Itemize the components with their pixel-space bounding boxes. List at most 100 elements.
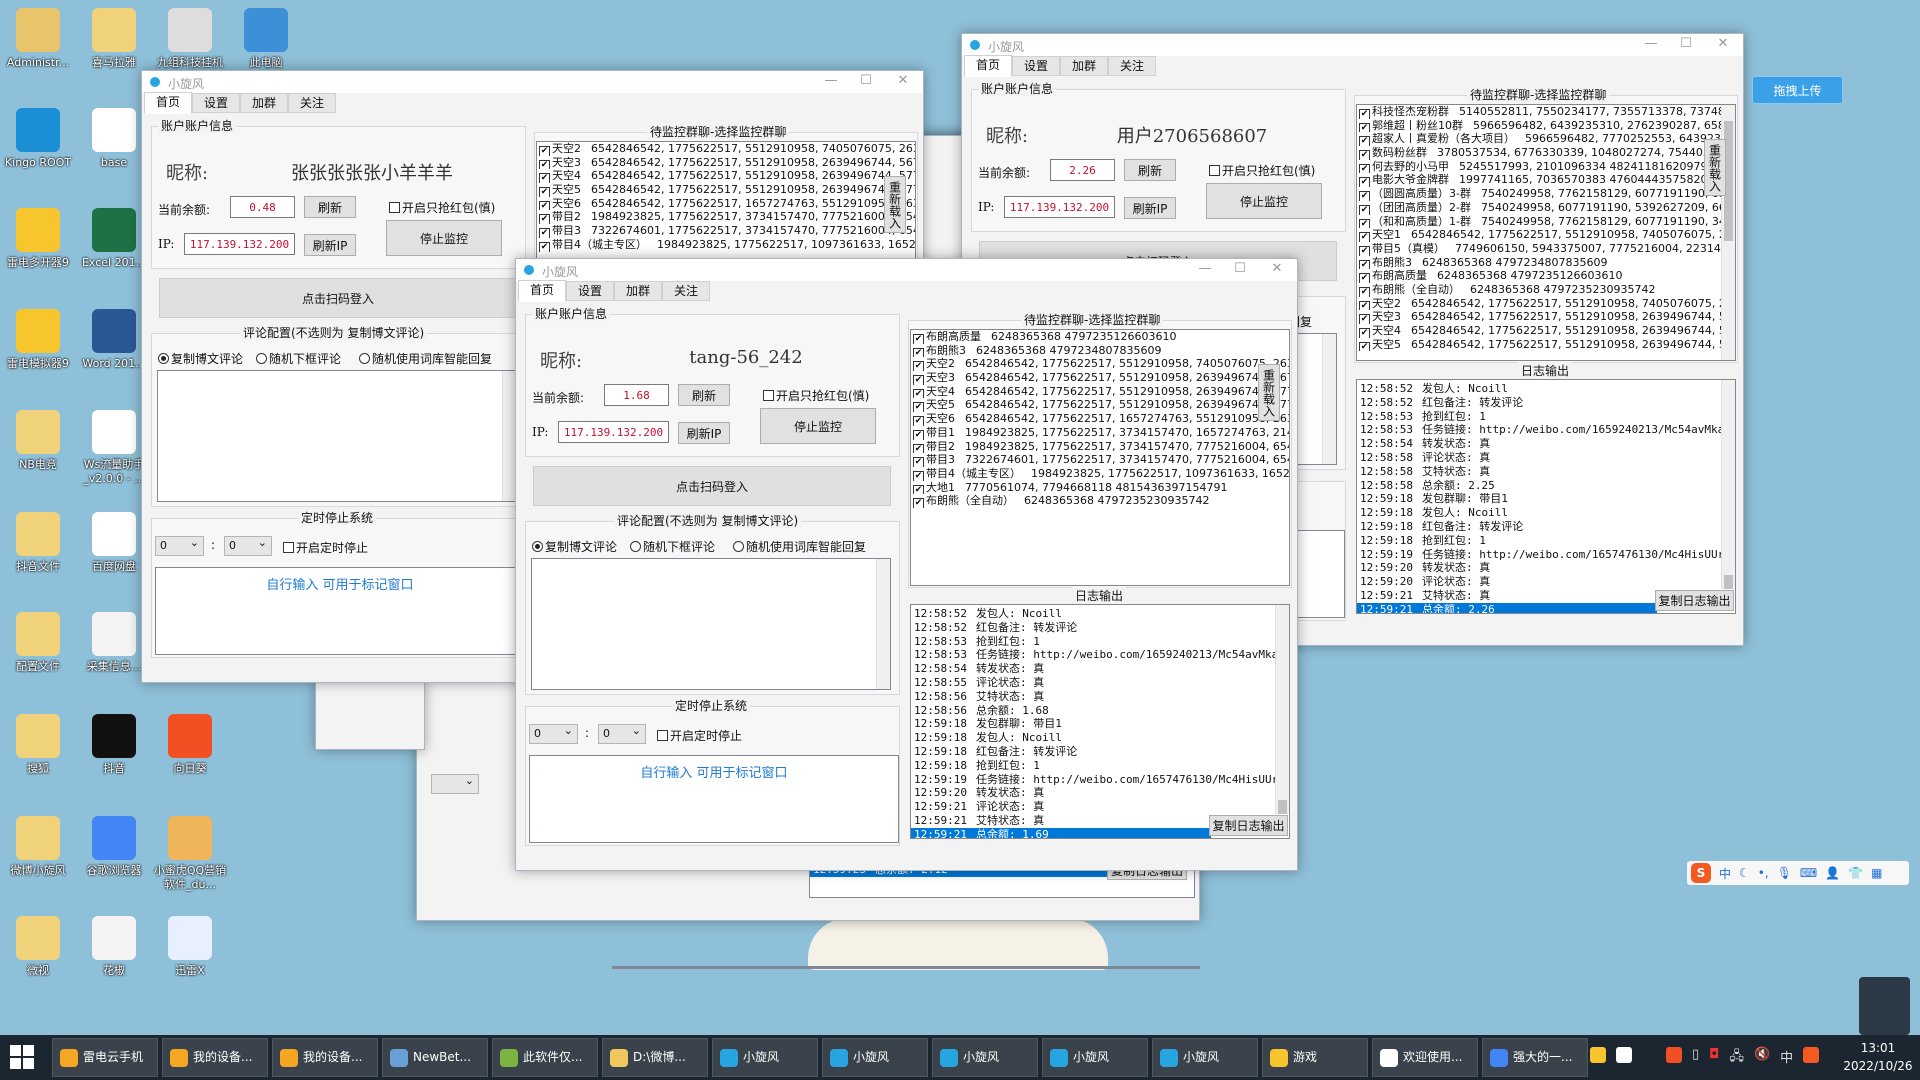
tab-follow[interactable]: 关注 bbox=[288, 93, 336, 113]
comment-mode-radio[interactable]: 随机使用词库智能回复 bbox=[359, 350, 492, 367]
minute-select[interactable]: 0 bbox=[224, 534, 272, 556]
minute-select[interactable]: 0 bbox=[598, 722, 646, 744]
group-checkbox[interactable]: ✔ bbox=[1359, 191, 1370, 201]
note-textarea[interactable]: 自行输入 可用于标记窗口 bbox=[155, 567, 525, 655]
log-row[interactable]: 12:58:58 总余额: 2.25 bbox=[1357, 479, 1735, 493]
desktop-icon[interactable]: Administr... bbox=[0, 8, 76, 70]
desktop-icon[interactable]: Kingo ROOT bbox=[0, 108, 76, 170]
desktop-icon[interactable]: 谷歌浏览器 bbox=[76, 816, 152, 878]
close-button[interactable]: ✕ bbox=[1265, 261, 1289, 276]
group-checkbox[interactable]: ✔ bbox=[913, 416, 924, 426]
group-item[interactable]: ✔ 天空3 6542846542, 1775622517, 5512910958, … bbox=[1357, 310, 1735, 324]
refresh-ip-button[interactable]: 刷新IP bbox=[678, 422, 730, 444]
group-checkbox[interactable]: ✔ bbox=[913, 402, 924, 413]
group-checkbox[interactable]: ✔ bbox=[913, 429, 924, 440]
group-item[interactable]: ✔ 布朗熊（全自动） 6248365368 4797235230935742 bbox=[911, 494, 1289, 508]
minimize-button[interactable]: — bbox=[1639, 36, 1663, 51]
log-row[interactable]: 12:59:18 红包备注: 转发评论 bbox=[911, 745, 1289, 759]
taskbar-item[interactable]: 小旋风 bbox=[932, 1038, 1038, 1077]
network-icon[interactable]: 🖧 bbox=[1729, 1047, 1744, 1069]
group-checkbox[interactable]: ✔ bbox=[539, 187, 550, 197]
group-item[interactable]: ✔ 何去野的小马甲 5245517993, 2101096334 482411816… bbox=[1357, 160, 1735, 174]
log-row[interactable]: 12:59:18 抢到红包: 1 bbox=[911, 759, 1289, 773]
minimize-button[interactable]: — bbox=[1193, 261, 1217, 276]
group-checkbox[interactable]: ✔ bbox=[1359, 259, 1370, 270]
start-button[interactable] bbox=[10, 1045, 34, 1069]
timer-stop-checkbox[interactable]: 开启定时停止 bbox=[283, 539, 368, 556]
group-item[interactable]: ✔ 电影大爷金牌群 1997741165, 7036570383 476044435… bbox=[1357, 173, 1735, 188]
group-item[interactable]: ✔ 天空6 6542846542, 1775622517, 1657274763, … bbox=[537, 197, 915, 211]
taskbar-item[interactable]: 欢迎使用... bbox=[1372, 1038, 1478, 1077]
group-checkbox[interactable]: ✔ bbox=[1359, 245, 1370, 256]
group-item[interactable]: ✔ （圆圆高质量）3-群 7540249958, 7762158129, 60771… bbox=[1357, 187, 1735, 201]
tab-add-group[interactable]: 加群 bbox=[1060, 56, 1108, 76]
only-redpacket-checkbox[interactable]: 开启只抢红包(慎) bbox=[389, 199, 495, 216]
scan-login-button[interactable]: 点击扫码登入 bbox=[159, 278, 517, 318]
log-row[interactable]: 12:59:20 转发状态: 真 bbox=[911, 786, 1289, 800]
taskbar-item[interactable]: 此软件仅... bbox=[492, 1038, 598, 1077]
group-item[interactable]: ✔ 带目3 7322674601, 1775622517, 3734157470, … bbox=[537, 224, 915, 238]
group-checkbox[interactable]: ✔ bbox=[1359, 109, 1370, 119]
group-checkbox[interactable]: ✔ bbox=[913, 347, 924, 358]
group-item[interactable]: ✔ 带目3 7322674601, 1775622517, 3734157470, … bbox=[911, 453, 1289, 467]
group-item[interactable]: ✔ 超家人丨真爱粉（各大项目） 5966596482, 7770252553, 64… bbox=[1357, 132, 1735, 147]
desktop-icon[interactable]: 抖音文件 bbox=[0, 512, 76, 574]
refresh-balance-button[interactable]: 刷新 bbox=[304, 196, 356, 218]
log-row[interactable]: 12:58:58 艾特状态: 真 bbox=[1357, 465, 1735, 479]
tab-settings[interactable]: 设置 bbox=[192, 93, 240, 113]
desktop-icon[interactable]: 喜马拉雅 bbox=[76, 8, 152, 70]
log-row[interactable]: 12:58:53 抢到红包: 1 bbox=[1357, 410, 1735, 424]
taskbar-item[interactable]: 雷电云手机 bbox=[52, 1038, 158, 1077]
desktop-icon[interactable]: 抖音 bbox=[76, 714, 152, 776]
taskbar-item[interactable]: 我的设备... bbox=[162, 1038, 268, 1077]
group-item[interactable]: ✔ 大地1 7770561074, 7794668118 4815436397154… bbox=[911, 481, 1289, 495]
log-row[interactable]: 12:58:52 红包备注: 转发评论 bbox=[911, 621, 1289, 635]
skin-icon[interactable]: 👕 bbox=[1848, 866, 1863, 880]
group-checkbox[interactable]: ✔ bbox=[539, 146, 550, 156]
log-scrollbar[interactable] bbox=[1275, 605, 1289, 814]
group-checkbox[interactable]: ✔ bbox=[1359, 273, 1370, 283]
title-bar[interactable]: 小旋风 — ☐ ✕ bbox=[962, 34, 1743, 56]
ime-toolbar[interactable]: S 中 ☾ •, 🎙 ⌨ 👤 👕 ▦ bbox=[1687, 861, 1909, 885]
radio-circle[interactable] bbox=[630, 541, 641, 552]
group-item[interactable]: ✔ 布朗熊3 6248365368 4797234807835609 bbox=[1357, 256, 1735, 270]
group-checkbox[interactable]: ✔ bbox=[1359, 204, 1370, 215]
reload-button[interactable]: 重新载入 bbox=[1258, 364, 1280, 421]
comment-textarea[interactable] bbox=[531, 558, 891, 690]
group-item[interactable]: ✔ 天空3 6542846542, 1775622517, 5512910958, … bbox=[537, 156, 915, 170]
copy-log-button[interactable]: 复制日志输出 bbox=[1655, 590, 1734, 611]
radio-circle[interactable] bbox=[359, 353, 370, 364]
group-checkbox[interactable]: ✔ bbox=[913, 361, 924, 372]
group-item[interactable]: ✔ 天空2 6542846542, 1775622517, 5512910958, … bbox=[1357, 297, 1735, 311]
group-item[interactable]: ✔ 天空5 6542846542, 1775622517, 5512910958, … bbox=[911, 398, 1289, 413]
desktop-icon[interactable]: 此电脑 bbox=[228, 8, 304, 70]
group-checkbox[interactable]: ✔ bbox=[539, 214, 550, 225]
grid-icon[interactable]: ▦ bbox=[1871, 866, 1882, 880]
comment-mode-radio[interactable]: 随机下框评论 bbox=[256, 350, 341, 367]
textarea-scrollbar[interactable] bbox=[1322, 334, 1336, 464]
desktop-icon[interactable]: 雷电模拟器9 bbox=[0, 309, 76, 371]
group-checkbox[interactable]: ✔ bbox=[539, 241, 550, 252]
comment-mode-radio[interactable]: 复制博文评论 bbox=[158, 350, 243, 367]
group-item[interactable]: ✔ 带目2 1984923825, 1775622517, 3734157470, … bbox=[911, 440, 1289, 454]
group-item[interactable]: ✔ 科技怪杰宠粉群 5140552811, 7550234177, 73557133… bbox=[1357, 105, 1735, 119]
baidu-tray-icon[interactable] bbox=[1616, 1047, 1632, 1063]
maximize-button[interactable]: ☐ bbox=[854, 73, 878, 88]
group-item[interactable]: ✔ 天空4 6542846542, 1775622517, 5512910958, … bbox=[537, 169, 915, 184]
hour-select[interactable]: 0 bbox=[155, 534, 204, 556]
group-item[interactable]: ✔ 数码粉丝群 3780537534, 6776330339, 1048027274… bbox=[1357, 146, 1735, 160]
tab-home[interactable]: 首页 bbox=[518, 280, 566, 302]
log-row[interactable]: 12:59:18 发包群聊: 带目1 bbox=[911, 717, 1289, 731]
ime-lang-label[interactable]: 中 bbox=[1719, 865, 1731, 882]
log-row[interactable]: 12:59:18 发包人: Ncoill bbox=[1357, 506, 1735, 520]
group-item[interactable]: ✔ 郭维超丨粉丝10群 5966596482, 6439235310, 276239… bbox=[1357, 119, 1735, 133]
clock[interactable]: 13:01 2022/10/26 bbox=[1840, 1039, 1916, 1075]
group-checkbox[interactable]: ✔ bbox=[1359, 122, 1370, 133]
radio-circle[interactable] bbox=[733, 541, 744, 552]
tab-settings[interactable]: 设置 bbox=[566, 281, 614, 301]
group-item[interactable]: ✔ 天空5 6542846542, 1775622517, 5512910958, … bbox=[537, 183, 915, 197]
log-row[interactable]: 12:58:54 转发状态: 真 bbox=[911, 662, 1289, 676]
reload-button[interactable]: 重新载入 bbox=[1704, 139, 1726, 196]
log-row[interactable]: 12:59:21 总余额: 1.69 bbox=[911, 827, 1211, 838]
close-button[interactable]: ✕ bbox=[1711, 36, 1735, 51]
